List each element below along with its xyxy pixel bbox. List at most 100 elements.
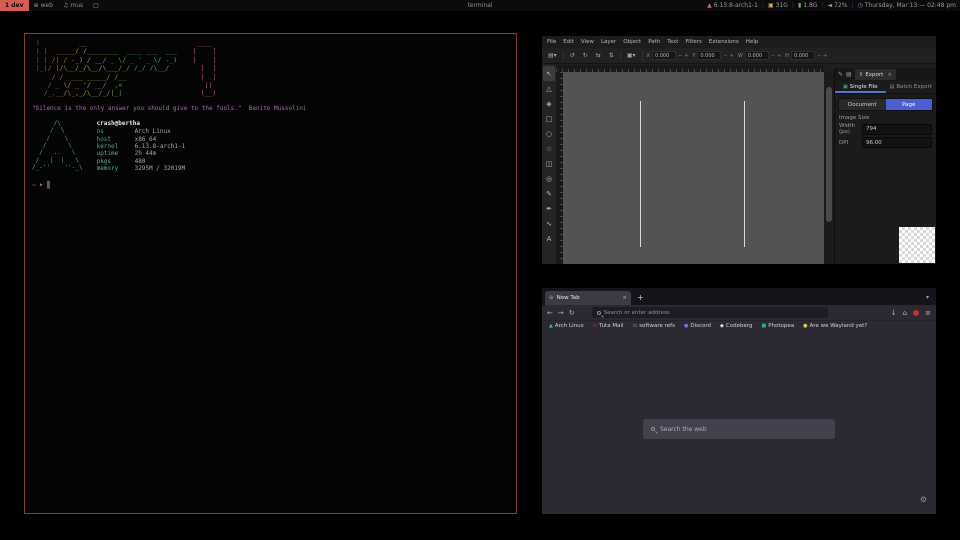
- tab-single-file[interactable]: ▣Single File: [835, 81, 886, 93]
- browser-tab-new-tab[interactable]: ⊕ New Tab ×: [545, 291, 631, 305]
- field-input[interactable]: 0.000: [745, 51, 769, 60]
- pen-tool[interactable]: ✒: [543, 201, 555, 216]
- text-tool[interactable]: A: [543, 231, 555, 246]
- forward-icon[interactable]: →: [558, 309, 564, 317]
- width-input[interactable]: 794: [862, 124, 932, 135]
- bookmark-tuta-mail[interactable]: ✉Tuta Mail: [593, 323, 624, 329]
- fetch-row: kernel6.13.8-arch1-1: [97, 143, 186, 150]
- tab-close-icon[interactable]: ×: [622, 295, 627, 301]
- decrement-icon[interactable]: −: [817, 53, 821, 59]
- menu-item-file[interactable]: File: [547, 39, 556, 45]
- bookmark-photopea[interactable]: ■Photopea: [762, 323, 795, 329]
- tab-title: New Tab: [557, 295, 580, 301]
- box3d-tool[interactable]: ◫: [543, 156, 555, 171]
- personalize-gear-icon[interactable]: ⚙: [920, 495, 927, 504]
- rotate-ccw-icon[interactable]: ↺: [568, 52, 577, 59]
- increment-icon[interactable]: +: [823, 53, 827, 59]
- bookmark-software-refs[interactable]: ▭software refs: [633, 323, 675, 329]
- browser-window[interactable]: ⊕ New Tab × + ▾ ← → ↻ Search or enter ad…: [542, 288, 936, 514]
- pencil-dialog-icon[interactable]: ✎: [838, 71, 843, 78]
- disk-icon: ▣: [768, 2, 774, 9]
- spiral-tool[interactable]: ◎: [543, 171, 555, 186]
- rotate-cw-icon[interactable]: ↻: [581, 52, 590, 59]
- increment-icon[interactable]: +: [730, 53, 734, 59]
- snap-dropdown[interactable]: ▣▾: [625, 52, 638, 59]
- browser-navbar: ← → ↻ Search or enter address ↓ ⌂ ≡: [542, 305, 936, 320]
- list-all-tabs-chevron-icon[interactable]: ▾: [926, 294, 933, 301]
- terminal-window[interactable]: ) __ ____ | | _____/ /________ ____ ___ …: [24, 33, 517, 514]
- back-icon[interactable]: ←: [547, 309, 553, 317]
- arch-icon: ▲: [549, 323, 553, 329]
- decrement-icon[interactable]: −: [723, 53, 727, 59]
- workspace-1-dev[interactable]: 1 dev: [0, 0, 29, 11]
- menu-item-edit[interactable]: Edit: [563, 39, 574, 45]
- pencil-tool[interactable]: ✎: [543, 186, 555, 201]
- home-icon[interactable]: ⌂: [903, 309, 907, 317]
- export-preview-thumbnail: [899, 227, 935, 263]
- url-placeholder: Search or enter address: [604, 310, 670, 316]
- fetch-label: uptime: [97, 150, 135, 157]
- decrement-icon[interactable]: −: [771, 53, 775, 59]
- scrollbar-thumb[interactable]: [826, 87, 832, 221]
- field-input[interactable]: 0.000: [791, 51, 815, 60]
- bookmark-discord[interactable]: ●Discord: [684, 323, 711, 329]
- shape-builder-tool[interactable]: ◈: [543, 96, 555, 111]
- menu-item-extensions[interactable]: Extensions: [709, 39, 739, 45]
- flip-horizontal-icon[interactable]: ⇆: [594, 52, 603, 59]
- dpi-input[interactable]: 96.00: [862, 137, 932, 148]
- shell-prompt[interactable]: ~ ▶ ▊: [32, 181, 509, 189]
- decrement-icon[interactable]: −: [678, 53, 682, 59]
- status-text: 1.8G: [803, 2, 817, 9]
- flip-vertical-icon[interactable]: ⇅: [607, 52, 616, 59]
- increment-icon[interactable]: +: [777, 53, 781, 59]
- bookmark-codeberg[interactable]: ◆Codeberg: [720, 323, 752, 329]
- menu-item-view[interactable]: View: [581, 39, 594, 45]
- canvas-vertical-scrollbar[interactable]: [824, 72, 834, 264]
- page-button[interactable]: Page: [886, 99, 933, 110]
- increment-icon[interactable]: +: [684, 53, 688, 59]
- node-tool[interactable]: △: [543, 81, 555, 96]
- inkscape-menubar: File Edit View Layer Object Path Text Filters Ex…: [542, 36, 936, 48]
- tab-batch-export[interactable]: ▤Batch Export: [886, 81, 937, 93]
- url-bar[interactable]: Search or enter address: [592, 307, 828, 318]
- search-icon: [597, 311, 601, 315]
- calligraphy-tool[interactable]: ∿: [543, 216, 555, 231]
- document-button[interactable]: Document: [839, 99, 886, 110]
- drawn-vertical-line-1[interactable]: [640, 101, 641, 247]
- workspace-mus[interactable]: ♫mus: [58, 0, 88, 11]
- layers-dialog-icon[interactable]: ▤: [846, 71, 852, 78]
- star-tool[interactable]: ☆: [543, 141, 555, 156]
- browser-tab-strip: ⊕ New Tab × + ▾: [542, 288, 936, 305]
- close-icon[interactable]: ×: [887, 72, 892, 78]
- menu-item-text[interactable]: Text: [667, 39, 678, 45]
- downloads-icon[interactable]: ↓: [891, 309, 897, 317]
- field-input[interactable]: 0.000: [652, 51, 676, 60]
- rectangle-tool[interactable]: □: [543, 111, 555, 126]
- menu-item-filters[interactable]: Filters: [685, 39, 702, 45]
- menu-icon[interactable]: ≡: [925, 309, 931, 317]
- new-tab-button[interactable]: +: [631, 293, 650, 302]
- ellipse-tool[interactable]: ○: [543, 126, 555, 141]
- menu-item-path[interactable]: Path: [648, 39, 660, 45]
- inkscape-window[interactable]: File Edit View Layer Object Path Text Filters Ex…: [542, 36, 936, 264]
- separator: |: [851, 2, 853, 9]
- selector-tool[interactable]: ↖: [543, 66, 555, 81]
- field-input[interactable]: 0.000: [697, 51, 721, 60]
- extension-icon[interactable]: [913, 310, 919, 316]
- bookmark-arch-linux[interactable]: ▲Arch Linux: [549, 323, 584, 329]
- menu-item-help[interactable]: Help: [746, 39, 759, 45]
- drawn-vertical-line-2[interactable]: [744, 101, 745, 247]
- bookmark-are-we-wayland-yet-[interactable]: ●Are we Wayland yet?: [803, 323, 867, 329]
- menu-item-layer[interactable]: Layer: [601, 39, 616, 45]
- workspace-web[interactable]: ⊕web: [29, 0, 58, 11]
- export-dialog-tab[interactable]: ⇧ Export ×: [855, 69, 896, 80]
- reload-icon[interactable]: ↻: [569, 309, 575, 317]
- menu-item-object[interactable]: Object: [623, 39, 641, 45]
- fetch-label: os: [97, 128, 135, 135]
- inkscape-canvas[interactable]: [563, 72, 824, 264]
- web-search-box[interactable]: Search the web: [643, 419, 835, 439]
- select-mode-dropdown[interactable]: ▤▾: [546, 52, 559, 59]
- workspace-empty[interactable]: □: [88, 0, 104, 11]
- inkscape-tool-options-bar: ▤▾ ↺ ↻ ⇆ ⇅ ▣▾ X0.000−+Y0.000−+W0.000−+H0…: [542, 48, 936, 64]
- fetch-row: memory3295M / 32019M: [97, 165, 186, 172]
